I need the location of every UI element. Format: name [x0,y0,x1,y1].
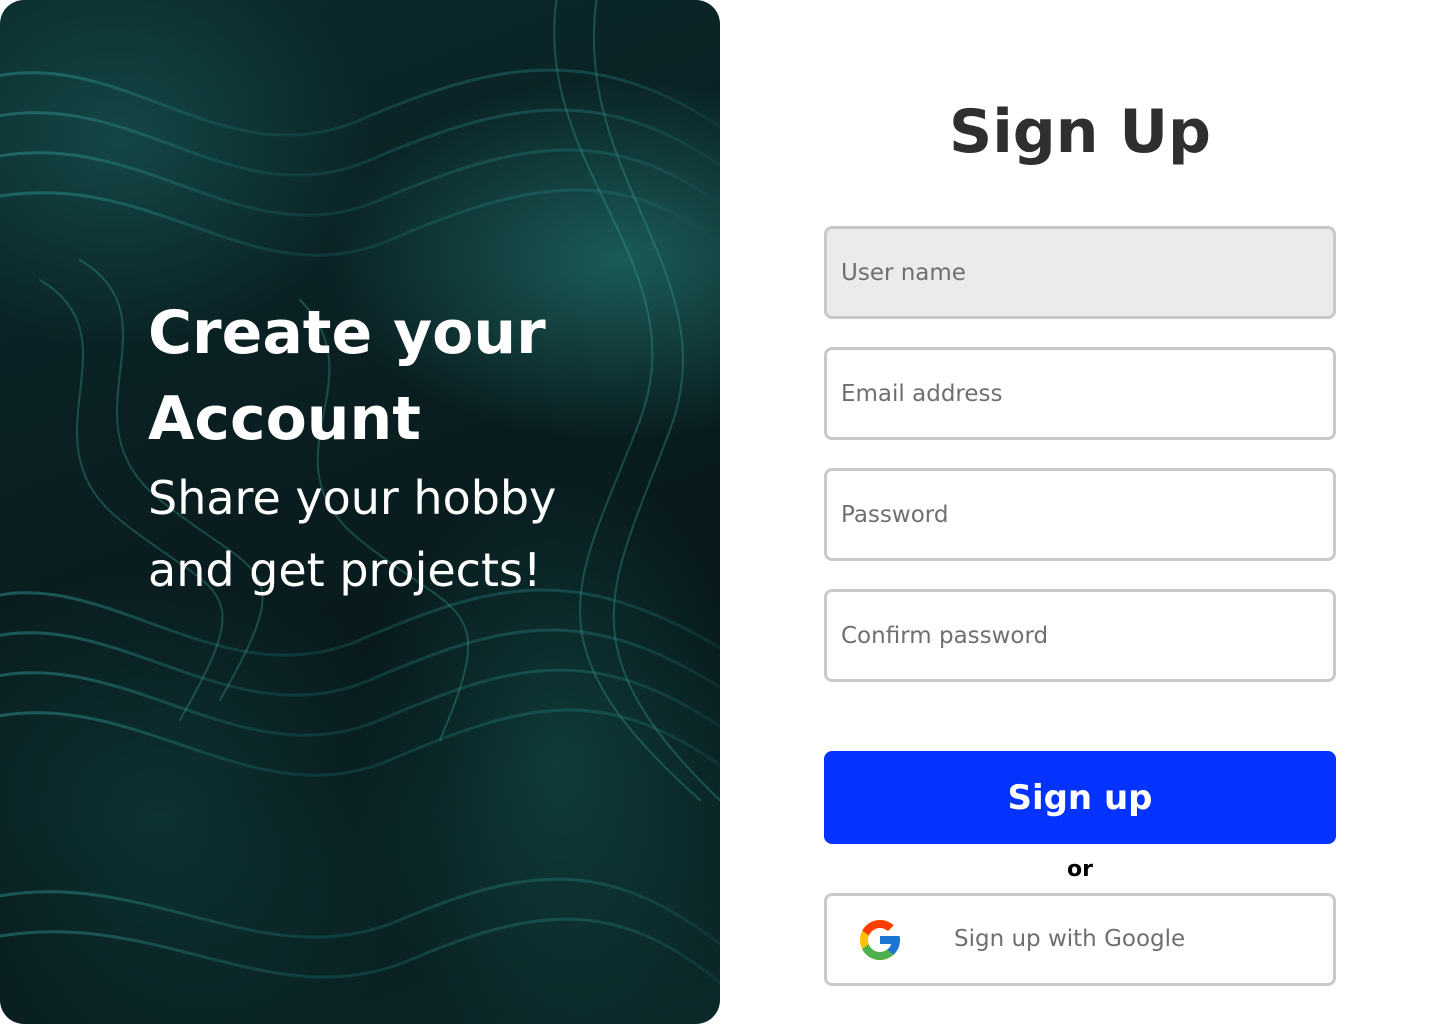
google-sign-up-button[interactable]: Sign up with Google [824,893,1336,986]
sign-up-button[interactable]: Sign up [824,751,1336,844]
hero-panel: Create your Account Share your hobby and… [0,0,720,1024]
hero-copy: Create your Account Share your hobby and… [148,290,668,606]
username-input[interactable] [824,226,1336,319]
hero-subtitle: Share your hobby and get projects! [148,471,557,597]
hero-title: Create your Account [148,298,546,454]
sign-up-form: Sign Up Sign up or Sign up with Google [824,0,1336,1024]
or-separator: or [1067,857,1093,882]
email-input[interactable] [824,347,1336,440]
confirm-password-input[interactable] [824,589,1336,682]
page-title: Sign Up [948,97,1211,167]
google-button-label: Sign up with Google [954,926,1186,952]
password-input[interactable] [824,468,1336,561]
sign-up-page: Create your Account Share your hobby and… [0,0,1440,1024]
google-icon [860,920,900,960]
